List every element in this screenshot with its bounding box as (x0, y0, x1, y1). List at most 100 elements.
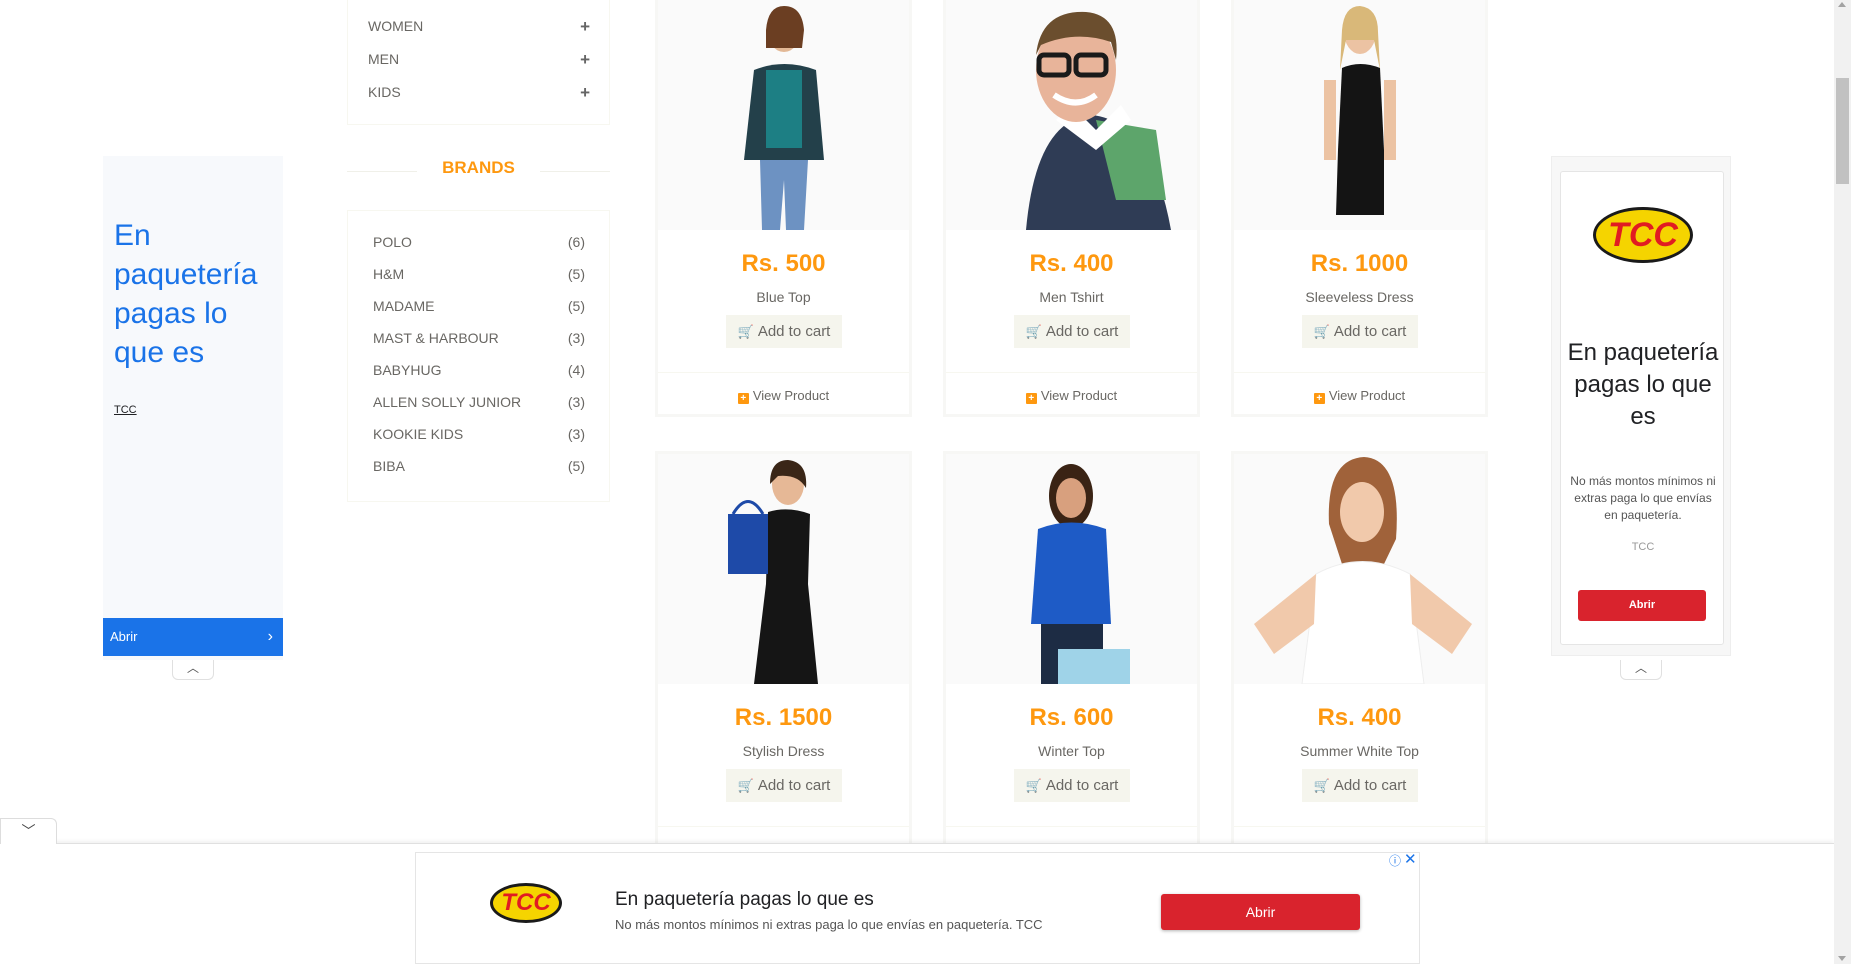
product-image (1234, 0, 1485, 230)
ad-description: No más montos mínimos ni extras paga lo … (1570, 474, 1716, 522)
category-women[interactable]: WOMEN + (368, 17, 590, 38)
tcc-logo: TCC (1593, 207, 1693, 263)
category-men[interactable]: MEN + (368, 50, 590, 71)
ad-open-button[interactable]: Abrir (1161, 894, 1360, 930)
ad-card: TCC En paquetería pagas lo que es No más… (1560, 171, 1724, 645)
plus-icon[interactable]: + (580, 50, 590, 70)
divider (1234, 372, 1485, 373)
product-card: Rs. 1000 Sleeveless Dress 🛒 Add to cart +… (1231, 0, 1488, 417)
product-card: Rs. 600 Winter Top 🛒 Add to cart (943, 451, 1200, 871)
view-product-link[interactable]: + View Product (946, 388, 1197, 404)
brand-item-polo[interactable]: POLO (6) (373, 234, 585, 250)
view-product-link[interactable]: + View Product (1234, 388, 1485, 404)
brand-count: (3) (567, 330, 585, 346)
ad-headline: En paquetería pagas lo que es (1567, 339, 1719, 430)
ad-open-label: Abrir (110, 629, 138, 644)
view-product-label: View Product (1040, 388, 1118, 403)
brands-title: BRANDS (442, 158, 515, 177)
ad-open-button[interactable]: Abrir (1578, 590, 1706, 621)
product-name: Blue Top (756, 289, 811, 305)
close-icon[interactable]: ✕ (1404, 850, 1417, 868)
brand-item-hm[interactable]: H&M (5) (373, 266, 585, 282)
add-to-cart-button[interactable]: 🛒 Add to cart (1302, 769, 1418, 802)
product-name: Sleeveless Dress (1305, 289, 1414, 305)
product-image (1234, 454, 1485, 684)
cart-icon: 🛒 (1313, 778, 1330, 793)
brand-count: (3) (567, 426, 585, 442)
product-name: Men Tshirt (1039, 289, 1104, 305)
add-to-cart-button[interactable]: 🛒 Add to cart (1014, 769, 1130, 802)
brand-name: MAST & HARBOUR (373, 330, 499, 346)
category-label: WOMEN (368, 18, 424, 34)
product-name: Winter Top (1038, 743, 1105, 759)
product-price: Rs. 400 (1317, 704, 1402, 731)
brand-count: (5) (567, 298, 585, 314)
brand-name: POLO (373, 234, 412, 250)
brand-item-mast-harbour[interactable]: MAST & HARBOUR (3) (373, 330, 585, 346)
scroll-down-icon[interactable] (1838, 956, 1846, 961)
ad-headline: En paquetería pagas lo que es (114, 219, 258, 369)
add-to-cart-button[interactable]: 🛒 Add to cart (726, 769, 842, 802)
cart-icon: 🛒 (737, 778, 754, 793)
brand-count: (5) (567, 458, 585, 474)
scrollbar[interactable] (1834, 0, 1851, 964)
brand-count: (5) (567, 266, 585, 282)
product-card: Rs. 400 Men Tshirt 🛒 Add to cart + View Pr… (943, 0, 1200, 417)
ad-description: No más montos mínimos ni extras paga lo … (615, 917, 1043, 932)
add-to-cart-button[interactable]: 🛒 Add to cart (1302, 315, 1418, 348)
view-product-link[interactable]: + View Product (658, 388, 909, 404)
brand-count: (6) (567, 234, 585, 250)
add-to-cart-button[interactable]: 🛒 Add to cart (726, 315, 842, 348)
brand-item-biba[interactable]: BIBA (5) (373, 458, 585, 474)
product-name: Stylish Dress (742, 743, 825, 759)
category-panel: WOMEN + MEN + KIDS + (347, 0, 610, 125)
ad-choices-icon[interactable]: ⓘ (1389, 852, 1401, 869)
chevron-up-icon[interactable]: ︿ (172, 660, 214, 680)
view-product-label: View Product (1328, 388, 1406, 403)
scroll-up-icon[interactable] (1838, 2, 1846, 7)
divider (946, 826, 1197, 827)
add-to-cart-label: Add to cart (757, 777, 831, 794)
category-label: MEN (368, 51, 400, 67)
product-card: Rs. 400 Summer White Top 🛒 Add to cart (1231, 451, 1488, 871)
divider (658, 372, 909, 373)
scrollbar-thumb[interactable] (1836, 78, 1849, 184)
chevron-up-icon[interactable]: ︿ (1620, 660, 1662, 680)
brand-name: ALLEN SOLLY JUNIOR (373, 394, 522, 410)
plus-icon[interactable]: + (580, 83, 590, 103)
category-label: KIDS (368, 84, 401, 100)
category-kids[interactable]: KIDS + (368, 83, 590, 104)
add-to-cart-button[interactable]: 🛒 Add to cart (1014, 315, 1130, 348)
brand-item-kookie-kids[interactable]: KOOKIE KIDS (3) (373, 426, 585, 442)
cart-icon: 🛒 (1313, 324, 1330, 339)
plus-icon[interactable]: + (580, 17, 590, 37)
brand-item-madame[interactable]: MADAME (5) (373, 298, 585, 314)
ad-brand[interactable]: TCC (114, 404, 137, 416)
brand-name: H&M (373, 266, 405, 282)
divider (946, 372, 1197, 373)
chevron-down-icon[interactable]: ﹀ (0, 818, 57, 844)
product-image (946, 0, 1197, 230)
add-to-cart-label: Add to cart (757, 323, 831, 340)
product-name: Summer White Top (1300, 743, 1419, 759)
bottom-ad[interactable]: TCC En paquetería pagas lo que es No más… (415, 852, 1420, 964)
right-ad[interactable]: TCC En paquetería pagas lo que es No más… (1551, 156, 1731, 656)
product-card: Rs. 500 Blue Top 🛒 Add to cart + View Prod… (655, 0, 912, 417)
add-to-cart-label: Add to cart (1333, 777, 1407, 794)
left-ad[interactable]: En paquetería pagas lo que es TCC Abrir › (103, 156, 283, 660)
brand-item-allen-solly-junior[interactable]: ALLEN SOLLY JUNIOR (3) (373, 394, 585, 410)
chevron-right-icon: › (267, 628, 273, 645)
product-price: Rs. 500 (741, 250, 826, 277)
divider (1234, 826, 1485, 827)
product-price: Rs. 1500 (734, 704, 833, 731)
cart-icon: 🛒 (1025, 778, 1042, 793)
divider (658, 826, 909, 827)
plus-square-icon: + (1025, 393, 1037, 404)
brand-name: MADAME (373, 298, 435, 314)
ad-open-button[interactable]: Abrir › (103, 618, 283, 656)
view-product-label: View Product (752, 388, 830, 403)
product-price: Rs. 1000 (1310, 250, 1409, 277)
brand-item-babyhug[interactable]: BABYHUG (4) (373, 362, 585, 378)
plus-square-icon: + (737, 393, 749, 404)
tcc-logo: TCC (490, 883, 562, 923)
